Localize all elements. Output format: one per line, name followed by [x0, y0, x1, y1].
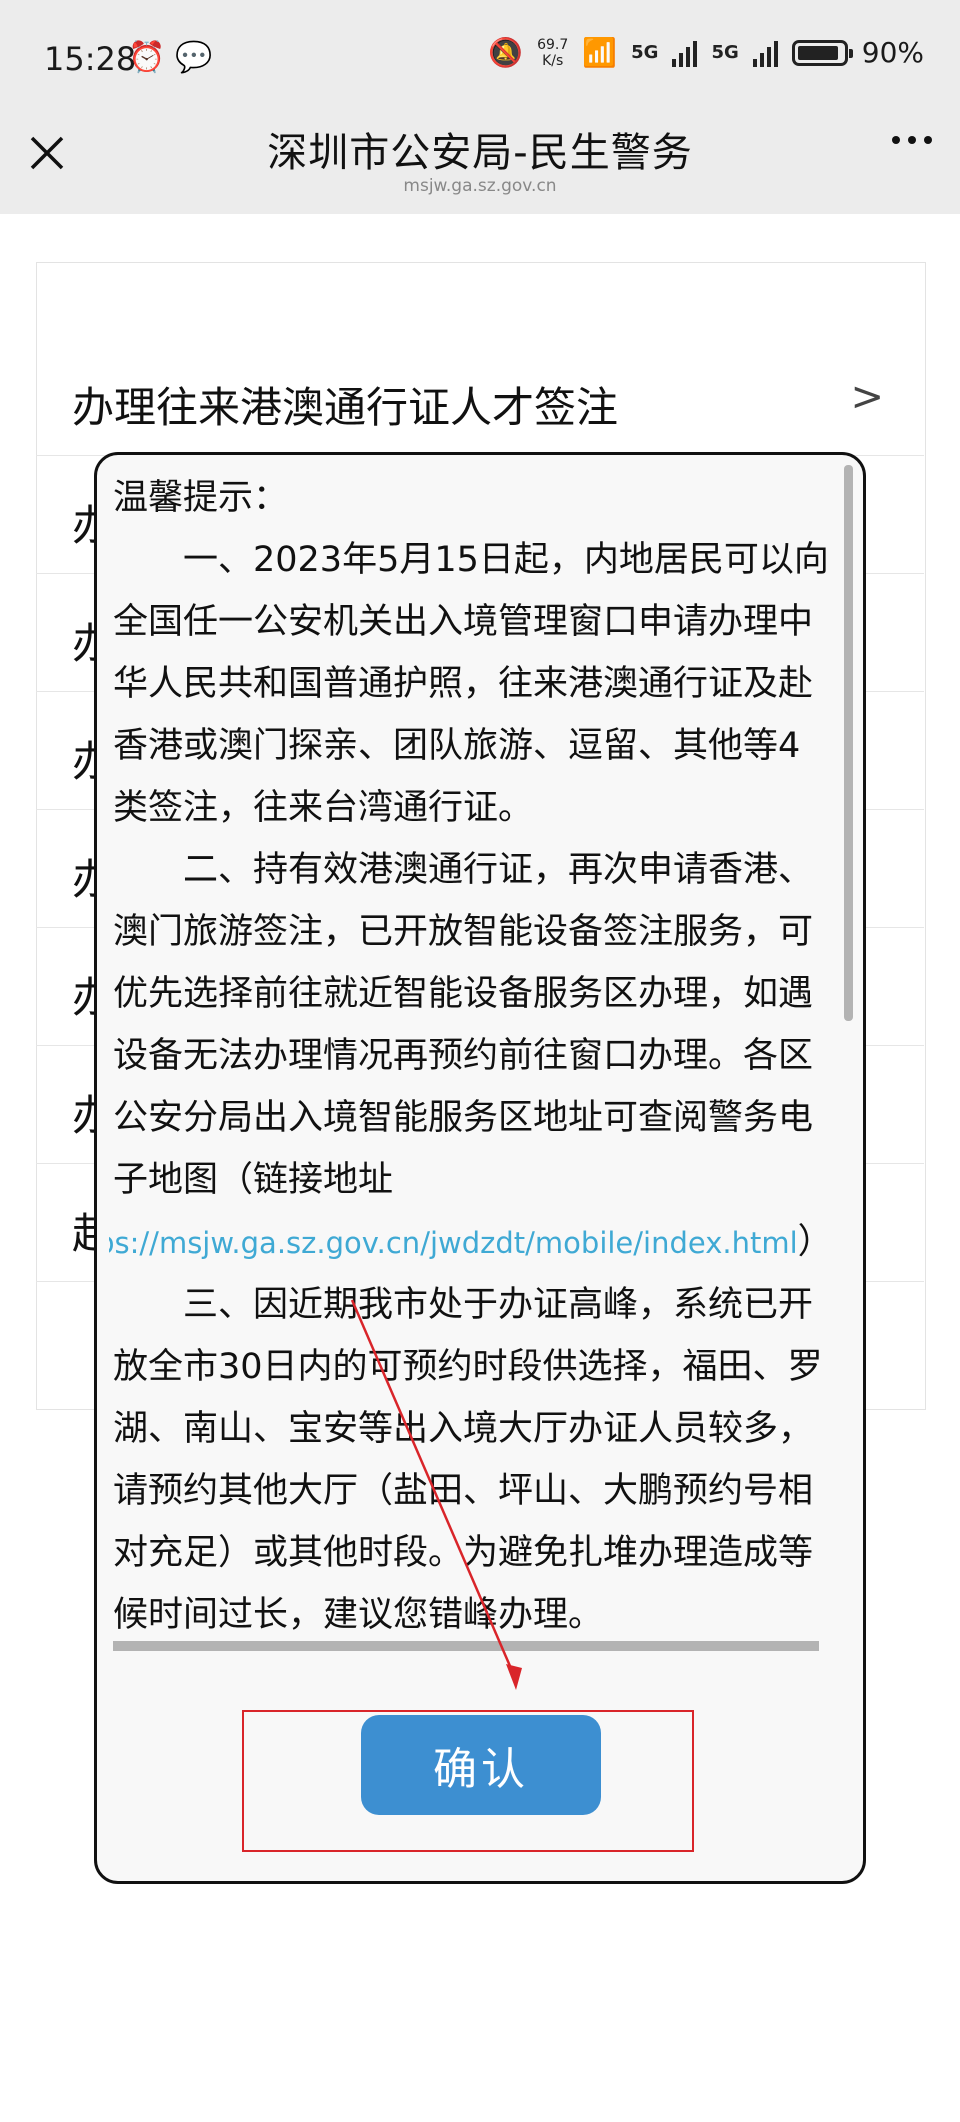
status-bar: 15:28 ⏰ 💬 🔕 69.7 K/s 📶 5G 5G 90%: [0, 0, 960, 122]
page-title: 深圳市公安局-民生警务: [267, 130, 693, 176]
menu-item-talent-endorsement[interactable]: 办理往来港澳通行证人才签注 >: [36, 338, 924, 456]
nav-bar: 深圳市公安局-民生警务 msjw.ga.sz.gov.cn: [0, 122, 960, 214]
notice-paragraph-2-text: 二、持有效港澳通行证，再次申请香港、澳门旅游签注，已开放智能设备签注服务，可优先…: [113, 850, 814, 1200]
notice-paragraph-1: 一、2023年5月15日起，内地居民可以向全国任一公安机关出入境管理窗口申请办理…: [113, 540, 829, 828]
chevron-right-icon: >: [850, 374, 884, 420]
chat-bubble-icon: 💬: [175, 40, 213, 75]
notice-scroll-area[interactable]: 温馨提示： 一、2023年5月15日起，内地居民可以向全国任一公安机关出入境管理…: [109, 467, 839, 1687]
signal-icon-2: [752, 39, 778, 67]
network-speed: 69.7 K/s: [537, 37, 568, 69]
notice-dialog: 温馨提示： 一、2023年5月15日起，内地居民可以向全国任一公安机关出入境管理…: [94, 452, 866, 1884]
menu-item-label: 办理往来港澳通行证人才签注: [72, 383, 619, 432]
map-link[interactable]: https://msjw.ga.sz.gov.cn/jwdzdt/mobile/…: [109, 1226, 798, 1260]
network-speed-value: 69.7: [537, 36, 569, 53]
notice-paragraph-2-close: ）: [797, 1222, 833, 1262]
status-right: 🔕 69.7 K/s 📶 5G 5G 90%: [488, 36, 924, 69]
signal-icon: [672, 39, 698, 67]
notice-heading: 温馨提示：: [113, 478, 289, 518]
status-time: 15:28: [44, 40, 137, 78]
network-type-2: 5G: [711, 42, 739, 63]
alarm-icon: ⏰: [128, 40, 166, 75]
page-url: msjw.ga.sz.gov.cn: [403, 176, 557, 196]
status-left-icons: ⏰ 💬: [128, 40, 213, 75]
battery-icon: [791, 39, 853, 66]
confirm-button[interactable]: 确认: [361, 1715, 601, 1815]
more-icon[interactable]: [892, 136, 932, 144]
notice-body: 温馨提示： 一、2023年5月15日起，内地居民可以向全国任一公安机关出入境管理…: [109, 467, 839, 1646]
mute-bell-icon: 🔕: [488, 36, 524, 69]
vertical-scrollbar[interactable]: [844, 465, 853, 1021]
notice-paragraph-2: 二、持有效港澳通行证，再次申请香港、澳门旅游签注，已开放智能设备签注服务，可优先…: [109, 839, 835, 1274]
wifi-icon: 📶: [582, 36, 618, 69]
network-speed-unit: K/s: [542, 52, 564, 69]
network-type-1: 5G: [631, 42, 659, 63]
battery-level: 90%: [861, 36, 924, 69]
horizontal-scrollbar[interactable]: [113, 1641, 819, 1651]
notice-paragraph-3: 三、因近期我市处于办证高峰，系统已开放全市30日内的可预约时段供选择，福田、罗湖…: [113, 1285, 823, 1635]
